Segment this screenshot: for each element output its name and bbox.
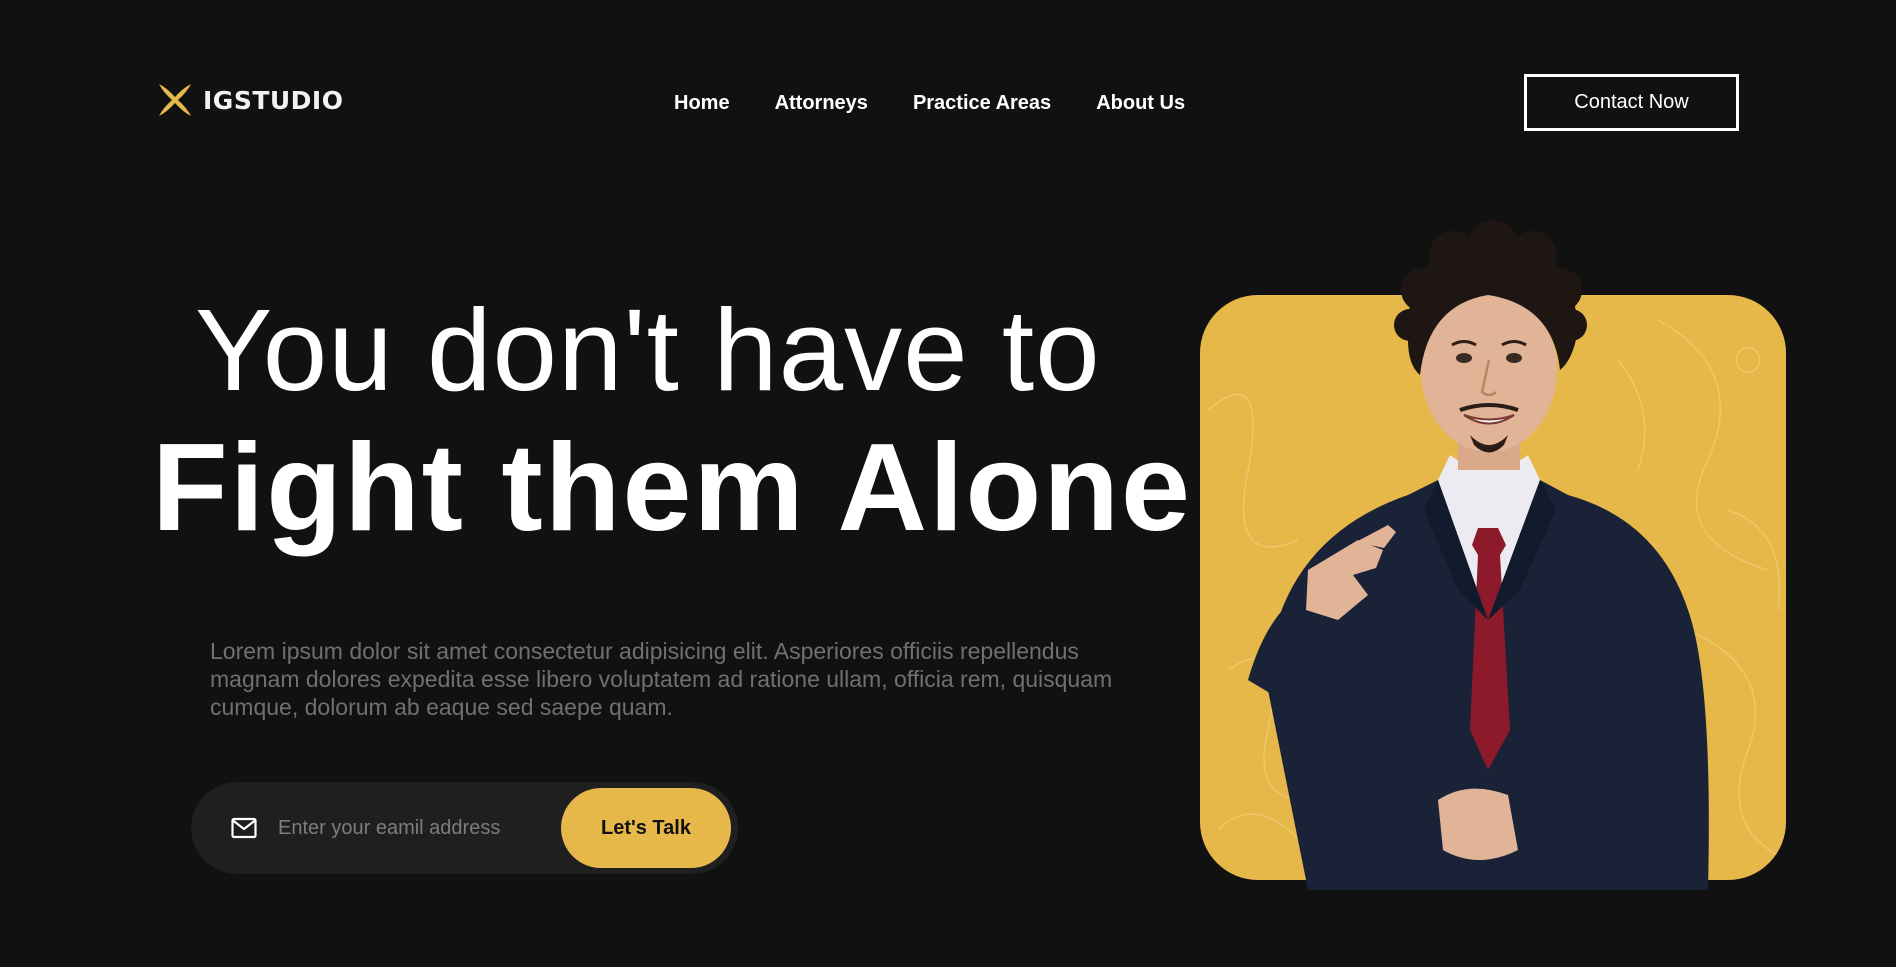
nav-item-practice-areas[interactable]: Practice Areas xyxy=(913,91,1051,115)
attorney-portrait xyxy=(1188,210,1804,890)
email-signup-form: Let's Talk xyxy=(191,782,738,874)
hero-headline-line-2: Fight them Alone. xyxy=(152,419,1229,557)
hero-description: Lorem ipsum dolor sit amet consectetur a… xyxy=(210,638,1113,720)
main-nav: Home Attorneys Practice Areas About Us xyxy=(674,91,1185,115)
mail-icon xyxy=(191,817,257,839)
brand-logo[interactable]: IGSTUDIO xyxy=(155,80,344,120)
landing-page: IGSTUDIO Home Attorneys Practice Areas A… xyxy=(0,0,1896,967)
brand-name: IGSTUDIO xyxy=(203,85,344,115)
nav-item-home[interactable]: Home xyxy=(674,91,730,115)
contact-now-button[interactable]: Contact Now xyxy=(1524,74,1739,131)
nav-item-about-us[interactable]: About Us xyxy=(1096,91,1185,115)
x-mark-icon xyxy=(155,80,195,120)
nav-item-attorneys[interactable]: Attorneys xyxy=(775,91,868,115)
lets-talk-button[interactable]: Let's Talk xyxy=(561,788,731,868)
email-input[interactable] xyxy=(278,808,548,848)
hero-headline-line-1: You don't have to xyxy=(195,285,1101,415)
